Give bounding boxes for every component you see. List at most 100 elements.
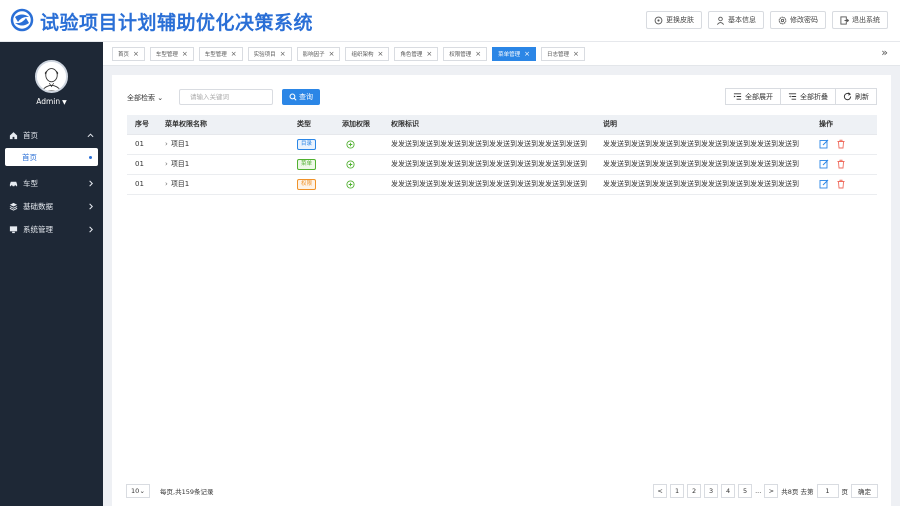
change-skin-button[interactable]: 更换皮肤 <box>646 11 702 29</box>
expand-all-button[interactable]: 全部展开 <box>725 88 781 105</box>
tab-label: 车型管理 <box>204 52 227 58</box>
sidebar-item-home[interactable]: 首页 <box>0 124 103 147</box>
refresh-label: 刷新 <box>855 92 869 101</box>
change-skin-label: 更换皮肤 <box>666 16 694 24</box>
query-label: 查询 <box>299 93 313 101</box>
page-button[interactable]: 1 <box>670 484 685 498</box>
add-circle-icon[interactable] <box>346 179 355 189</box>
page-size-select[interactable]: 10 ⌄ <box>126 484 150 498</box>
delete-icon[interactable] <box>836 179 846 189</box>
refresh-button[interactable]: 刷新 <box>835 88 877 105</box>
col-header-desc: 说明 <box>595 115 811 135</box>
user-menu[interactable]: Admin ▼ <box>0 97 103 106</box>
page-button[interactable]: 4 <box>721 484 736 498</box>
edit-icon[interactable] <box>819 139 829 149</box>
close-icon[interactable]: × <box>524 50 530 58</box>
add-circle-icon[interactable] <box>346 159 355 169</box>
avatar-icon <box>37 62 66 91</box>
pagination-summary: 10 ⌄ 每页,共159条记录 <box>126 484 213 498</box>
tab-permissions[interactable]: 权限管理 × <box>443 47 488 61</box>
close-icon[interactable]: × <box>133 50 139 58</box>
sidebar-item-base-data[interactable]: 基础数据 <box>0 195 103 218</box>
close-icon[interactable]: × <box>182 50 188 58</box>
sidebar-item-system[interactable]: 系统管理 <box>0 218 103 241</box>
sidebar-item-home-label: 首页 <box>23 131 38 140</box>
page-button[interactable]: 5 <box>738 484 753 498</box>
edit-icon[interactable] <box>819 159 829 169</box>
tab-experiment[interactable]: 实验项目 × <box>247 47 292 61</box>
col-header-name: 菜单权限名称 <box>157 115 289 135</box>
type-badge: 目录 <box>297 138 317 150</box>
add-circle-icon[interactable] <box>346 139 355 149</box>
avatar[interactable] <box>35 60 68 93</box>
logout-icon <box>840 15 849 25</box>
search-input[interactable]: 请输入关键词 <box>179 89 273 105</box>
filter-dropdown[interactable]: 全部检索 ⌄ <box>127 93 163 103</box>
sidebar-item-car[interactable]: 车型 <box>0 172 103 195</box>
row-desc: 发发送到发送到发发送到发送到发发送到发送到发发送到发送到 <box>595 174 811 195</box>
page-button[interactable]: 2 <box>687 484 702 498</box>
logout-label: 退出系统 <box>852 16 880 24</box>
menu-table: 序号 菜单权限名称 类型 添加权限 权限标识 说明 操作 01 › 项目1 目录 … <box>127 115 877 195</box>
go-button[interactable]: 确定 <box>851 484 878 498</box>
tab-car-management[interactable]: 车型管理 × <box>149 47 194 61</box>
col-header-perm-key: 权限标识 <box>383 115 595 135</box>
close-icon[interactable]: × <box>475 50 481 58</box>
app-title: 试验项目计划辅助优化决策系统 <box>40 12 314 34</box>
tab-home[interactable]: 首页 × <box>112 47 145 61</box>
row-ops <box>811 154 877 175</box>
edit-icon[interactable] <box>819 179 829 189</box>
chevron-right-icon[interactable]: › <box>165 160 168 168</box>
delete-icon[interactable] <box>836 159 846 169</box>
close-icon[interactable]: × <box>573 50 579 58</box>
basic-info-label: 基本信息 <box>728 16 756 24</box>
logout-button[interactable]: 退出系统 <box>832 11 888 29</box>
tab-car-management-2[interactable]: 车型管理 × <box>198 47 243 61</box>
close-icon[interactable]: × <box>329 50 335 58</box>
page-button[interactable]: 3 <box>704 484 719 498</box>
change-password-button[interactable]: 修改密码 <box>770 11 826 29</box>
jump-page-input[interactable]: 1 <box>816 484 839 498</box>
active-dot <box>89 156 92 159</box>
close-icon[interactable]: × <box>280 50 286 58</box>
chevron-right-icon <box>89 203 93 210</box>
close-icon[interactable]: × <box>377 50 383 58</box>
tab-menu-management[interactable]: 菜单管理 × <box>492 47 537 61</box>
collapse-all-button[interactable]: 全部折叠 <box>780 88 836 105</box>
tab-org[interactable]: 组织架构 × <box>345 47 390 61</box>
chevron-up-icon <box>87 133 94 138</box>
row-add-cell <box>334 134 383 155</box>
tab-factors[interactable]: 影响因子 × <box>296 47 341 61</box>
chevron-right-icon[interactable]: › <box>165 180 168 188</box>
user-name: Admin <box>36 97 61 106</box>
page-size-value: 10 <box>131 487 140 495</box>
tab-logs[interactable]: 日志管理 × <box>541 47 585 61</box>
delete-icon[interactable] <box>836 139 846 149</box>
query-button[interactable]: 查询 <box>282 89 320 105</box>
row-name-cell[interactable]: › 项目1 <box>157 134 289 155</box>
chevron-right-icon[interactable]: › <box>165 140 168 148</box>
row-name-cell[interactable]: › 项目1 <box>157 174 289 195</box>
tab-label: 权限管理 <box>449 52 472 58</box>
basic-info-button[interactable]: 基本信息 <box>708 11 764 29</box>
gear-icon <box>778 16 787 24</box>
record-summary: 每页,共159条记录 <box>160 488 214 496</box>
row-perm: 发发送到发送到发发送到发送到发发送到发送到发发送到发送到 <box>383 174 595 195</box>
expand-icon <box>733 93 742 100</box>
col-header-no: 序号 <box>127 115 157 135</box>
double-chevron-right-icon[interactable]: » <box>881 46 888 59</box>
collapse-all-label: 全部折叠 <box>800 92 828 101</box>
close-icon[interactable]: × <box>426 50 432 58</box>
next-page-button[interactable]: > <box>764 484 779 498</box>
row-perm: 发发送到发送到发发送到发送到发发送到发送到发发送到发送到 <box>383 134 595 155</box>
close-icon[interactable]: × <box>231 50 237 58</box>
tab-label: 车型管理 <box>155 52 178 58</box>
prev-page-button[interactable]: < <box>653 484 668 498</box>
car-icon <box>9 181 18 188</box>
tab-roles[interactable]: 角色管理 × <box>394 47 439 61</box>
chevron-down-icon: ⌄ <box>139 487 145 495</box>
row-name-cell[interactable]: › 项目1 <box>157 154 289 175</box>
user-icon <box>716 16 725 25</box>
sidebar-subitem-home[interactable]: 首页 <box>5 148 98 166</box>
tab-label: 实验项目 <box>253 52 276 58</box>
